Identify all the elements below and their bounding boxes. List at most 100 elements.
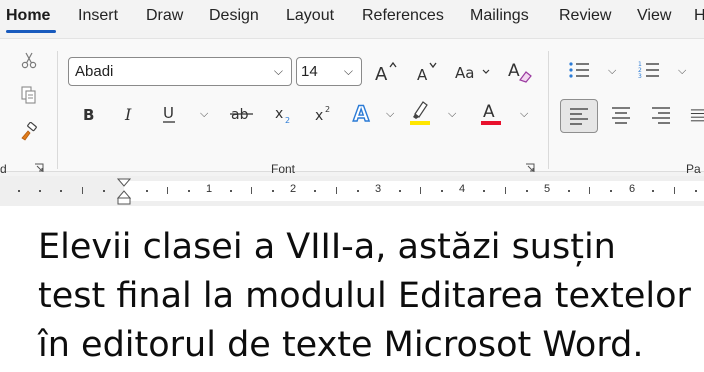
ruler-tick — [420, 187, 421, 194]
svg-text:2: 2 — [325, 105, 330, 114]
active-tab-indicator — [6, 30, 56, 33]
ruler-number: 5 — [544, 183, 551, 195]
ruler-number: 1 — [206, 183, 213, 195]
tab-design[interactable]: Design — [209, 7, 259, 25]
clipboard-dialog-launcher-icon[interactable] — [34, 163, 44, 176]
strikethrough-icon[interactable]: ab — [228, 101, 256, 127]
paragraph-group-label-fragment: Pa — [686, 162, 701, 176]
numbering-chevron-icon[interactable]: ⌵ — [678, 65, 686, 78]
text-effects-icon[interactable]: A — [350, 99, 376, 127]
ruler-dot — [18, 190, 20, 192]
ruler-dot — [188, 190, 190, 192]
ruler-number: 4 — [459, 183, 466, 195]
tab-layout[interactable]: Layout — [286, 7, 334, 25]
ruler-dot — [610, 190, 612, 192]
superscript-icon[interactable]: x2 — [312, 101, 336, 127]
clipboard-group-label-fragment: d — [0, 162, 7, 176]
tab-home[interactable]: Home — [6, 7, 50, 25]
change-case-icon[interactable]: Aa — [453, 59, 493, 85]
ruler-tick — [589, 187, 590, 194]
ruler-dot — [568, 190, 570, 192]
group-separator — [57, 51, 58, 169]
ruler-tick — [505, 187, 506, 194]
ruler-number: 6 — [629, 183, 636, 195]
ruler-dot — [399, 190, 401, 192]
bullets-icon[interactable] — [566, 57, 592, 83]
tab-mailings[interactable]: Mailings — [470, 7, 529, 25]
align-left-icon — [570, 108, 588, 125]
document-page[interactable]: Elevii clasei a VIII-a, astăzi susțin te… — [0, 207, 704, 372]
ribbon-tab-bar: Home Insert Draw Design Layout Reference… — [0, 0, 704, 34]
bullets-chevron-icon[interactable]: ⌵ — [608, 65, 616, 78]
tab-view[interactable]: View — [637, 7, 671, 25]
align-right-icon[interactable] — [648, 101, 674, 129]
align-left-button[interactable] — [560, 99, 598, 133]
numbering-icon[interactable]: 123 — [636, 57, 662, 83]
horizontal-ruler[interactable]: 1 2 3 4 5 6 — [0, 176, 704, 206]
svg-text:x: x — [275, 106, 283, 122]
font-size-value: 14 — [301, 63, 318, 80]
font-size-combobox[interactable]: 14 ⌵ — [296, 57, 362, 86]
tab-draw[interactable]: Draw — [146, 7, 183, 25]
copy-icon[interactable] — [18, 84, 40, 106]
svg-text:A: A — [508, 61, 520, 81]
font-color-icon[interactable]: A — [478, 97, 504, 127]
tab-help-partial[interactable]: H — [694, 7, 704, 25]
tab-review[interactable]: Review — [559, 7, 611, 25]
ruler-dot — [314, 190, 316, 192]
align-center-icon[interactable] — [608, 101, 634, 129]
subscript-icon[interactable]: x2 — [272, 101, 296, 127]
ruler-dot — [483, 190, 485, 192]
ruler-tick — [251, 187, 252, 194]
format-painter-icon[interactable] — [18, 121, 40, 143]
font-group-label: Font — [271, 162, 296, 176]
font-name-value: Abadi — [75, 63, 114, 80]
ruler-dot — [60, 190, 62, 192]
document-paragraph[interactable]: Elevii clasei a VIII-a, astăzi susțin te… — [38, 223, 704, 370]
font-color-chevron-icon[interactable]: ⌵ — [520, 108, 528, 121]
ruler-tick — [167, 187, 168, 194]
svg-text:A: A — [353, 102, 370, 125]
svg-text:U: U — [163, 104, 174, 122]
ruler-number: 2 — [290, 183, 297, 195]
ruler-dot — [230, 190, 232, 192]
tab-insert[interactable]: Insert — [78, 7, 118, 25]
ruler-dot — [526, 190, 528, 192]
text-effects-chevron-icon[interactable]: ⌵ — [386, 108, 394, 121]
ruler-dot — [695, 190, 697, 192]
font-name-combobox[interactable]: Abadi ⌵ — [68, 57, 292, 86]
cut-scissors-icon[interactable] — [18, 49, 40, 71]
grow-font-icon[interactable]: A — [373, 59, 399, 85]
highlight-color-icon[interactable] — [406, 97, 434, 127]
tab-references[interactable]: References — [362, 7, 444, 25]
ruler-dot — [357, 190, 359, 192]
ruler-tick — [336, 187, 337, 194]
chevron-down-icon[interactable]: ⌵ — [344, 64, 353, 79]
indent-marker-icon[interactable] — [117, 178, 131, 206]
ruler-dot — [272, 190, 274, 192]
ruler-dot — [146, 190, 148, 192]
ruler-dot — [39, 190, 41, 192]
justify-icon[interactable] — [688, 101, 704, 129]
font-dialog-launcher-icon[interactable] — [525, 163, 535, 176]
svg-text:x: x — [315, 108, 323, 124]
italic-icon[interactable]: I — [118, 101, 140, 127]
chevron-down-icon[interactable]: ⌵ — [274, 64, 283, 79]
ruler-number: 3 — [375, 183, 382, 195]
ribbon-panel: d Abadi ⌵ 14 ⌵ A A Aa A B I U ⌵ ab x 2 x… — [0, 38, 704, 176]
highlight-color-chevron-icon[interactable]: ⌵ — [448, 108, 456, 121]
svg-text:3: 3 — [638, 73, 642, 80]
ribbon: d Abadi ⌵ 14 ⌵ A A Aa A B I U ⌵ ab x 2 x… — [0, 34, 704, 176]
svg-text:Aa: Aa — [455, 64, 474, 82]
clear-formatting-icon[interactable]: A — [506, 57, 534, 85]
ruler-dot — [652, 190, 654, 192]
underline-options-chevron-icon[interactable]: ⌵ — [200, 108, 208, 121]
underline-icon[interactable]: U — [158, 101, 180, 127]
svg-text:A: A — [483, 102, 495, 122]
bold-icon[interactable]: B — [78, 101, 100, 127]
shrink-font-icon[interactable]: A — [414, 59, 440, 85]
svg-text:ab: ab — [231, 107, 249, 123]
ruler-tick — [674, 187, 675, 194]
svg-text:2: 2 — [285, 116, 290, 124]
ruler-dot — [103, 190, 105, 192]
